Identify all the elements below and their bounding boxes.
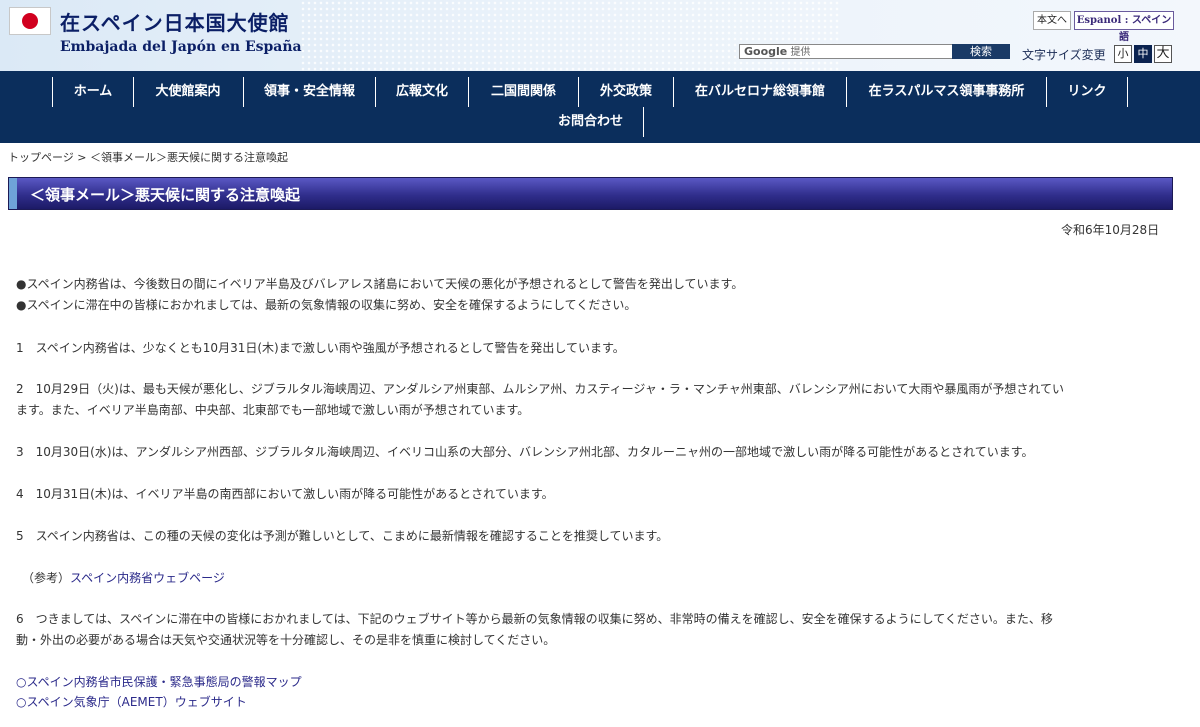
japan-flag-icon: [9, 7, 51, 35]
world-map-decoration: [300, 0, 840, 71]
site-title-es: Embajada del Japón en España: [60, 39, 302, 55]
main-nav: ホーム 大使館案内 領事・安全情報 広報文化 二国間関係 外交政策 在バルセロナ…: [0, 71, 1200, 143]
civil-protection-map-link[interactable]: ○スペイン内務省市民保護・緊急事態局の警報マップ: [16, 673, 302, 690]
nav-las-palmas-office[interactable]: 在ラスパルマス領事事務所: [847, 77, 1047, 107]
summary-line-2: ●スペインに滞在中の皆様におかれましては、最新の気象情報の収集に努め、安全を確保…: [16, 298, 637, 312]
ministry-webpage-link[interactable]: スペイン内務省ウェブページ: [70, 571, 225, 585]
skip-to-content-button[interactable]: 本文へ: [1033, 11, 1071, 30]
paragraph-5: 5 スペイン内務省は、この種の天候の変化は予測が難しいとして、こまめに最新情報を…: [16, 529, 669, 543]
search-button[interactable]: 検索: [952, 44, 1010, 59]
publish-date: 令和6年10月28日: [1061, 223, 1160, 237]
breadcrumb[interactable]: トップページ > ＜領事メール＞悪天候に関する注意喚起: [8, 149, 288, 165]
title-accent: [9, 178, 17, 209]
paragraph-4: 4 10月31日(木)は、イベリア半島の南西部において激しい雨が降る可能性がある…: [16, 487, 554, 501]
page-title: ＜領事メール＞悪天候に関する注意喚起: [30, 186, 301, 204]
nav-home[interactable]: ホーム: [52, 77, 134, 107]
font-size-small-button[interactable]: 小: [1114, 45, 1132, 63]
paragraph-1: 1 スペイン内務省は、少なくとも10月31日(木)まで激しい雨や強風が予想される…: [16, 341, 625, 355]
summary-line-1: ●スペイン内務省は、今後数日の間にイベリア半島及びバレアレス諸島において天候の悪…: [16, 277, 744, 291]
font-size-medium-button[interactable]: 中: [1134, 45, 1152, 63]
nav-bilateral-relations[interactable]: 二国間関係: [469, 77, 579, 107]
font-size-label: 文字サイズ変更: [1022, 48, 1106, 62]
spanish-language-button[interactable]: Espanol : スペイン語: [1074, 11, 1174, 43]
nav-public-relations[interactable]: 広報文化: [376, 77, 469, 107]
nav-consular-safety[interactable]: 領事・安全情報: [244, 77, 376, 107]
reference-prefix: （参考）: [22, 571, 71, 585]
page-title-bar: ＜領事メール＞悪天候に関する注意喚起: [8, 177, 1173, 210]
site-title-ja[interactable]: 在スペイン日本国大使館: [60, 7, 290, 36]
nav-contact[interactable]: お問合わせ: [538, 107, 644, 137]
search-input[interactable]: Google 提供: [739, 44, 954, 59]
paragraph-2-line-1: 2 10月29日（火)は、最も天候が悪化し、ジブラルタル海峡周辺、アンダルシア州…: [16, 382, 1064, 396]
paragraph-2-line-2: ます。また、イベリア半島南部、中央部、北東部でも一部地域で激しい雨が予想されてい…: [16, 403, 530, 417]
aemet-website-link[interactable]: ○スペイン気象庁（AEMET）ウェブサイト: [16, 693, 247, 710]
google-provided-label: 提供: [790, 47, 811, 58]
site-header: 在スペイン日本国大使館 Embajada del Japón en España…: [0, 0, 1200, 71]
paragraph-3: 3 10月30日(水)は、アンダルシア州西部、ジブラルタル海峡周辺、イベリコ山系…: [16, 445, 1034, 459]
font-size-large-button[interactable]: 大: [1154, 45, 1172, 63]
reference-line: （参考）スペイン内務省ウェブページ: [22, 569, 225, 586]
nav-foreign-policy[interactable]: 外交政策: [579, 77, 674, 107]
nav-embassy-info[interactable]: 大使館案内: [133, 77, 244, 107]
nav-links[interactable]: リンク: [1047, 77, 1128, 107]
paragraph-6-line-1: 6 つきましては、スペインに滞在中の皆様におかれましては、下記のウェブサイト等か…: [16, 612, 1053, 626]
paragraph-6-line-2: 動・外出の必要がある場合は天気や交通状況等を十分確認し、その是非を慎重に検討して…: [16, 633, 556, 647]
google-label: Google: [744, 45, 788, 58]
nav-barcelona-consulate[interactable]: 在バルセロナ総領事館: [674, 77, 847, 107]
